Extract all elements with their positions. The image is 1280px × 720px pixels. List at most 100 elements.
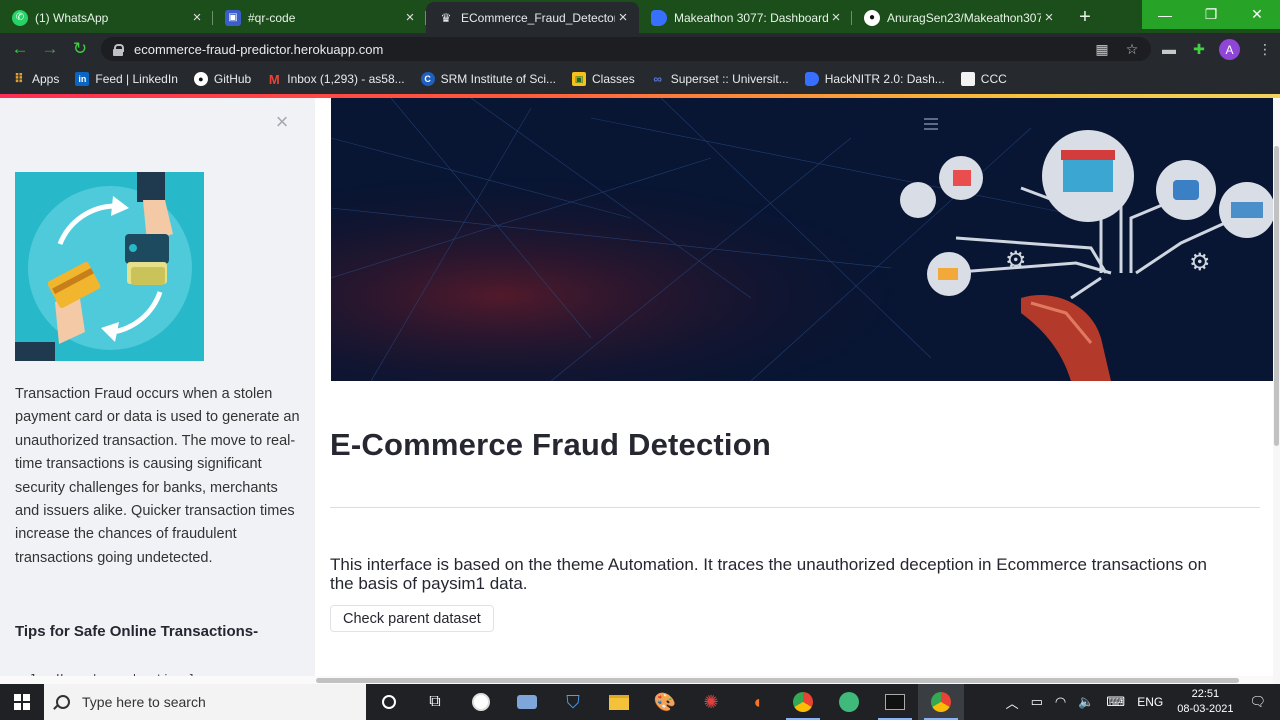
tab-makeathon-dashboard[interactable]: Makeathon 3077: Dashboard | D × [639,2,852,33]
taskbar-search-box[interactable]: Type here to search [44,684,366,720]
tab-title: ECommerce_Fraud_Detector · S [461,10,615,25]
app-page: × Transaction Fraud occurs when a stolen… [0,98,1280,684]
bookmark-superset[interactable]: ∞ Superset :: Universit... [651,72,788,86]
notification-icon[interactable]: 🗨 [1249,694,1266,710]
github-icon: ● [193,72,208,86]
volume-mute-icon[interactable]: 🔈 [1078,694,1094,710]
bookmark-label: SRM Institute of Sci... [440,72,557,86]
bookmark-ccc[interactable]: CCC [960,72,1007,86]
crown-icon: ♛ [440,10,452,25]
camera-app-icon[interactable] [504,684,550,720]
bookmark-gmail[interactable]: M Inbox (1,293) - as58... [267,71,405,87]
tab-qr-code[interactable]: ▣ #qr-code × [213,2,426,33]
jupyter-icon[interactable]: ◖ [734,684,780,720]
extension-icon[interactable]: ▬ [1158,38,1180,60]
minimize-button[interactable]: — [1142,0,1188,29]
bookmark-apps[interactable]: ⠿ Apps [12,71,59,86]
language-indicator[interactable]: ENG [1137,695,1163,709]
system-tray: ︿ ▭ ◠ 🔈 ⌨ ENG 22:51 08-03-2021 🗨 [1000,684,1280,720]
bookmark-hacknitr[interactable]: HackNITR 2.0: Dash... [804,72,945,86]
reload-icon[interactable]: ↻ [65,34,95,64]
clock-time: 22:51 [1191,688,1220,700]
paint-app-icon[interactable]: 🎨 [642,684,688,720]
back-arrow-icon[interactable]: ← [5,34,35,64]
forward-arrow-icon[interactable]: → [35,34,65,64]
tab-title: Makeathon 3077: Dashboard | D [674,10,828,25]
clock-date: 08-03-2021 [1177,703,1234,715]
srm-icon: C [420,72,435,86]
bookmark-star-icon[interactable]: ☆ [1121,38,1143,60]
battery-icon[interactable]: ▭ [1031,694,1043,710]
cortana-icon[interactable] [366,684,412,720]
gmail-icon: M [268,71,280,87]
bookmarks-bar: ⠿ Apps in Feed | LinkedIn ● GitHub M Inb… [0,64,1280,94]
bookmark-github[interactable]: ● GitHub [193,72,252,86]
wifi-icon[interactable]: ◠ [1055,694,1066,710]
close-sidebar-icon[interactable]: × [272,111,292,133]
close-tab-icon[interactable]: × [189,9,205,26]
close-tab-icon[interactable]: × [402,9,418,26]
restore-button[interactable]: ❐ [1188,0,1234,29]
chevron-up-icon[interactable]: ︿ [1006,693,1019,712]
github-icon: ● [864,9,880,26]
close-window-button[interactable]: ✕ [1234,0,1280,29]
tab-whatsapp[interactable]: ✆ (1) WhatsApp × [0,2,213,33]
atom-icon[interactable] [826,684,872,720]
tab-title: AnuragSen23/Makeathon3077 [887,10,1041,25]
page-title: E-Commerce Fraud Detection [330,427,772,462]
qr-share-icon[interactable]: ▦ [1091,38,1113,60]
horizontal-scrollbar[interactable] [0,676,1273,684]
sidebar: × Transaction Fraud occurs when a stolen… [0,98,315,684]
check-parent-dataset-button[interactable]: Check parent dataset [330,605,494,632]
puzzle-extensions-icon[interactable]: ✚ [1188,38,1210,60]
close-tab-icon[interactable]: × [828,9,844,26]
terminal-icon[interactable] [872,684,918,720]
hamburger-menu-icon[interactable] [924,118,938,130]
security-shield-icon[interactable]: ⛉ [550,684,596,720]
more-menu-icon[interactable]: ⋮ [1254,38,1276,60]
clock-app-icon[interactable] [458,684,504,720]
bookmark-classes[interactable]: ▣ Classes [572,72,635,86]
main-content: ⚙ ⚙ [315,98,1280,684]
bookmark-srm[interactable]: C SRM Institute of Sci... [420,72,557,86]
devfolio-icon [804,72,819,86]
search-placeholder: Type here to search [82,694,206,710]
qr-site-icon: ▣ [225,9,241,26]
tab-ecommerce-fraud-detector[interactable]: ♛ ECommerce_Fraud_Detector · S × [426,2,639,33]
start-button[interactable] [0,684,44,720]
tab-github-repo[interactable]: ● AnuragSen23/Makeathon3077 × [852,2,1065,33]
bookmark-label: GitHub [213,72,252,86]
superset-icon: ∞ [653,72,662,86]
automation-banner-image: ⚙ ⚙ [331,98,1274,381]
tips-heading: Tips for Safe Online Transactions- [15,623,259,640]
close-tab-icon[interactable]: × [1041,9,1057,26]
chrome-icon[interactable] [780,684,826,720]
chrome-profile-icon[interactable] [918,684,964,720]
file-explorer-icon[interactable] [596,684,642,720]
windows-logo-icon [14,694,30,710]
scrollbar-thumb[interactable] [316,678,1239,683]
url-text: ecommerce-fraud-predictor.herokuapp.com [134,41,384,57]
linkedin-icon: in [75,72,90,86]
scrollbar-thumb[interactable] [1274,146,1279,446]
keyboard-icon[interactable]: ⌨ [1106,694,1125,710]
bookmark-label: Inbox (1,293) - as58... [287,72,405,86]
classroom-icon: ▣ [572,72,587,86]
tab-strip: ✆ (1) WhatsApp × ▣ #qr-code × ♛ ECommerc… [0,0,1280,33]
vertical-scrollbar[interactable] [1273,98,1280,684]
tab-title: (1) WhatsApp [35,10,109,25]
tab-title: #qr-code [248,10,296,25]
svg-text:⚙: ⚙ [1189,248,1211,276]
close-tab-icon[interactable]: × [615,9,631,26]
profile-avatar[interactable]: A [1219,39,1240,60]
new-tab-button[interactable]: + [1071,3,1099,31]
app-description: This interface is based on the theme Aut… [330,555,1207,593]
divider [330,507,1260,508]
bookmark-linkedin[interactable]: in Feed | LinkedIn [75,72,178,86]
address-bar[interactable]: ecommerce-fraud-predictor.herokuapp.com [101,37,1151,61]
taskbar-clock[interactable]: 22:51 08-03-2021 [1177,687,1233,717]
payment-exchange-illustration [15,172,204,361]
devfolio-icon [651,9,667,26]
task-view-icon[interactable]: ⧉ [412,684,458,720]
network-app-icon[interactable]: ✺ [688,684,734,720]
